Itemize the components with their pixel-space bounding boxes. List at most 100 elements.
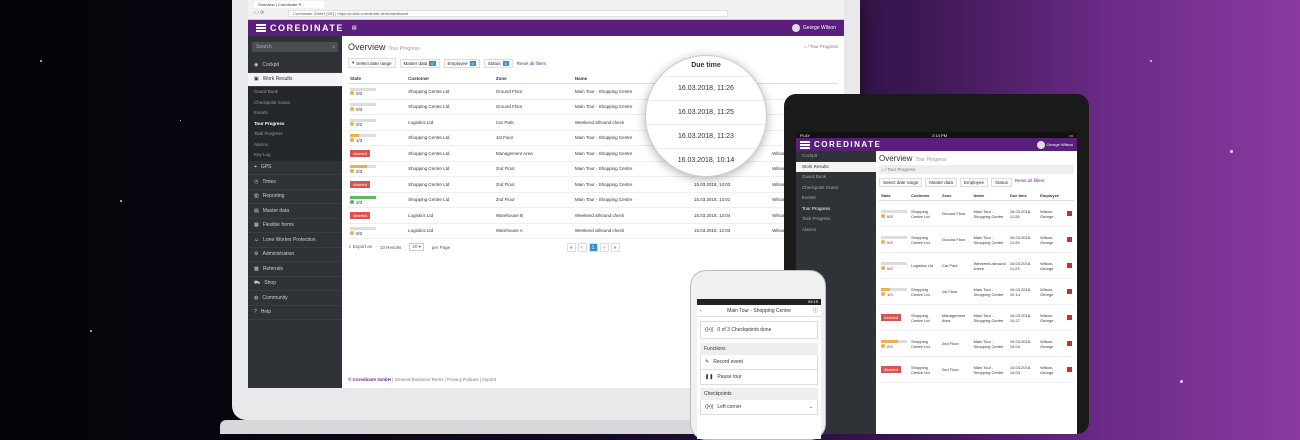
table-row[interactable]: Aborted Shopping Centre Ltd 2nd Floor Ma…: [348, 176, 838, 193]
table-row[interactable]: 0/3 Shopping Centre Ltd Ground Floor Mai…: [879, 226, 1074, 253]
per-page-select[interactable]: 20 ▾: [409, 243, 424, 251]
sidebar-sub-alarms[interactable]: Alarms: [248, 139, 342, 150]
user-menu[interactable]: George Wilson: [1036, 140, 1073, 149]
menu-toggle-icon[interactable]: ▤: [352, 25, 357, 31]
col-zone[interactable]: Zone: [493, 74, 573, 84]
status-filter[interactable]: Status 0: [483, 58, 513, 68]
delete-icon[interactable]: [1064, 330, 1074, 357]
sidebar-sub-key-log[interactable]: Key Log: [248, 150, 342, 161]
checkpoint-left-corner[interactable]: ((•)) Left corner ⌄: [700, 400, 818, 415]
employee-filter[interactable]: Employee 0: [443, 58, 480, 68]
tablet-col-header[interactable]: Name: [971, 191, 1008, 201]
table-row[interactable]: Aborted Shopping Centre Ltd 2nd Floor Ma…: [879, 356, 1074, 383]
tablet: PLAY 2:14 PM ▭ COREDINATE George Wilson Co…: [784, 94, 1089, 434]
date-range-filter[interactable]: ▾ Select date range: [348, 58, 396, 68]
sidebar-sub-tour-progress[interactable]: Tour Progress: [248, 118, 342, 129]
delete-icon[interactable]: [1064, 278, 1074, 305]
table-row[interactable]: Aborted Shopping Centre Ltd Management A…: [879, 304, 1074, 331]
tablet-col-header[interactable]: Due time: [1007, 191, 1039, 201]
sidebar-sub-guard-book[interactable]: Guard Book: [248, 87, 342, 98]
page-subtitle: Tour Progress: [388, 46, 420, 52]
tablet-col-header[interactable]: Customer: [909, 191, 940, 201]
sidebar-sub-task-progress[interactable]: Task Progress: [248, 129, 342, 140]
table-row[interactable]: 0/2 Logistics Ltd Warehouse A Weekend al…: [348, 223, 838, 239]
delete-icon[interactable]: [1064, 226, 1074, 253]
record-event-button[interactable]: ✎ Record event: [700, 355, 818, 370]
tablet-sidebar-item[interactable]: Tour Progress: [796, 203, 876, 214]
phone: 09:15 ‹ Main Tour - Shopping Centre ⓘ ((•)…: [690, 270, 826, 440]
browser-nav-icons[interactable]: ‹ › ⟳: [254, 10, 264, 16]
cell-due: 15.03.2018, 14:03: [1007, 356, 1039, 383]
tablet-sidebar-item[interactable]: Work Results: [796, 161, 876, 172]
tablet-sidebar-item[interactable]: Alarms: [796, 224, 876, 235]
brand-logo[interactable]: COREDINATE: [800, 140, 881, 149]
brand-logo[interactable]: COREDINATE: [256, 23, 344, 33]
sidebar-sub-checkpoint-scans[interactable]: Checkpoint Scans: [248, 97, 342, 108]
sidebar-item-help[interactable]: ? Help: [248, 306, 342, 320]
tablet-col-header[interactable]: State: [879, 191, 909, 201]
col-state[interactable]: State: [348, 74, 407, 84]
sidebar-item-cockpit[interactable]: ◉ Cockpit: [248, 58, 342, 73]
tablet-sidebar-item[interactable]: Guard Book: [796, 172, 876, 183]
tablet-sidebar-item[interactable]: Task Progress: [796, 214, 876, 225]
sidebar-item-times[interactable]: ◷ Times: [248, 175, 342, 190]
pager-last[interactable]: »: [610, 243, 620, 252]
sidebar-item-administration[interactable]: ⚙ Administration: [248, 248, 342, 262]
table-row[interactable]: 3/3 Shopping Centre Ltd 2nd Floor Main T…: [348, 192, 838, 208]
progress-bar: [350, 165, 376, 169]
pager-current[interactable]: 1: [588, 243, 598, 252]
col-customer[interactable]: Customer: [406, 74, 494, 84]
sidebar-item-work-results[interactable]: ▣ Work Results: [248, 72, 342, 87]
pager-prev[interactable]: ‹: [577, 243, 587, 252]
back-icon[interactable]: ‹: [700, 308, 702, 314]
table-row[interactable]: 1/3 Shopping Centre Ltd 1st Floor Main T…: [879, 278, 1074, 305]
delete-icon[interactable]: [1064, 304, 1074, 331]
delete-icon[interactable]: [1064, 356, 1074, 383]
footer-links[interactable]: | General Business Terms | Privacy Polic…: [392, 377, 496, 382]
table-row[interactable]: 0/2 Logistics Ltd Car Park Weekend allro…: [879, 252, 1074, 279]
address-bar[interactable]: Coredinate GmbH [DE] | https://portal.co…: [288, 10, 728, 17]
status-dot: [350, 199, 354, 204]
pager-next[interactable]: ›: [599, 243, 609, 252]
reset-filters-link[interactable]: Reset all filters: [517, 61, 547, 66]
home-icon[interactable]: ⌂: [804, 44, 807, 49]
sidebar-item-gps[interactable]: ⌖ GPS: [248, 161, 342, 175]
sidebar-item-reporting[interactable]: ▥ Reporting: [248, 190, 342, 204]
tablet-col-header[interactable]: Employee: [1038, 191, 1065, 201]
sidebar-item-shop[interactable]: ⛟ Shop: [248, 277, 342, 291]
sidebar-item-label: Shop: [264, 280, 276, 287]
progress-bar: [350, 134, 376, 138]
table-row[interactable]: 2/3 Shopping Centre Ltd 2nd Floor Main T…: [879, 330, 1074, 357]
tablet-col-header[interactable]: Zone: [939, 191, 972, 201]
pause-tour-button[interactable]: ❚❚ Pause tour: [700, 370, 818, 385]
sidebar-item-referrals[interactable]: ▩ Referrals: [248, 262, 342, 277]
cell-zone: Ground Floor: [493, 83, 573, 100]
browser-tab[interactable]: Overview | Coredinate P...: [254, 1, 324, 8]
pager-first[interactable]: «: [566, 243, 576, 252]
master-data-filter[interactable]: Master data: [925, 178, 958, 187]
export-button[interactable]: ⇩ Export as: [348, 244, 372, 250]
sidebar-item-flexible-forms[interactable]: ▦ Flexible forms: [248, 219, 342, 233]
employee-filter[interactable]: Employee: [960, 178, 989, 187]
checkpoints-header: Checkpoints: [700, 388, 818, 400]
sidebar-item-master-data[interactable]: ▤ Master data: [248, 204, 342, 219]
master-data-filter[interactable]: Master data 0: [399, 58, 440, 68]
cell-name: Main Tour - Shopping Centre: [971, 278, 1008, 305]
delete-icon[interactable]: [1064, 252, 1074, 279]
sidebar-item-community[interactable]: ◍ Community: [248, 291, 342, 306]
delete-icon[interactable]: [1064, 200, 1074, 227]
table-row[interactable]: Aborted Logistics Ltd Warehouse B Weeken…: [348, 207, 838, 224]
sidebar-sub-events[interactable]: Events: [248, 108, 342, 119]
tablet-sidebar-item[interactable]: Cockpit: [796, 151, 876, 162]
info-icon[interactable]: ⓘ: [813, 307, 818, 314]
reset-filters-link[interactable]: Reset all filters: [1015, 178, 1045, 187]
search-input[interactable]: Search ⌕: [252, 42, 338, 52]
tablet-sidebar-item[interactable]: Events: [796, 193, 876, 204]
status-filter[interactable]: Status: [991, 178, 1012, 187]
user-menu[interactable]: George Wilson: [791, 24, 836, 32]
tablet-sidebar-item[interactable]: Checkpoint Scans: [796, 182, 876, 193]
sidebar-item-lone-worker[interactable]: ☺ Lone Worker Protection: [248, 233, 342, 248]
table-row[interactable]: 0/3 Shopping Centre Ltd Ground Floor Mai…: [879, 200, 1074, 227]
date-range-filter[interactable]: Select date range: [879, 178, 923, 187]
tablet-content: Overview Tour Progress ⌂ / Tour Progress …: [876, 151, 1077, 434]
